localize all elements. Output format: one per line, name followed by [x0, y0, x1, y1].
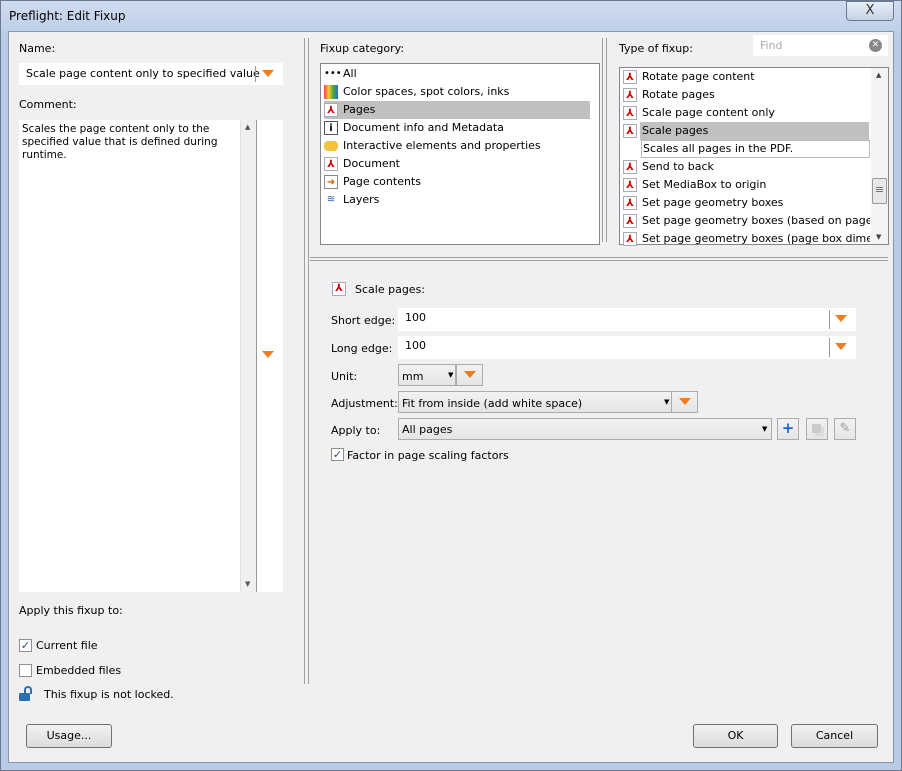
factor-label: Factor in page scaling factors — [347, 449, 509, 462]
category-label: Fixup category: — [320, 42, 405, 55]
category-item-pages[interactable]: ⅄ Pages — [324, 101, 590, 119]
type-item-description: Scales all pages in the PDF. — [641, 140, 870, 158]
arrow-icon: ➜ — [324, 175, 338, 189]
caret-icon: ▼ — [664, 398, 670, 406]
long-edge-label: Long edge: — [331, 342, 393, 355]
scroll-down-icon[interactable]: ▼ — [245, 580, 250, 588]
orange-dropdown-icon[interactable] — [835, 343, 847, 350]
current-file-label: Current file — [36, 639, 98, 652]
divider — [310, 257, 888, 261]
unit-options-button[interactable] — [456, 364, 483, 386]
type-item[interactable]: ⅄ Set MediaBox to origin — [623, 176, 889, 194]
short-edge-label: Short edge: — [331, 314, 396, 327]
orange-dropdown-icon — [679, 398, 691, 405]
orange-dropdown-icon — [464, 371, 476, 378]
layers-icon: ≋ — [326, 194, 336, 205]
comment-textarea[interactable]: Scales the page content only to the spec… — [19, 120, 283, 592]
pdf-icon: ⅄ — [623, 106, 637, 120]
dots-icon: ••• — [324, 68, 342, 79]
type-item-selected[interactable]: ⅄ Scale pages — [623, 122, 871, 140]
adjustment-label: Adjustment: — [331, 397, 398, 410]
type-scrollbar[interactable]: ▲ ≡ ▼ — [871, 68, 888, 244]
apply-to-label: Apply to: — [331, 424, 381, 437]
name-field[interactable]: Scale page content only to specified val… — [19, 63, 283, 85]
comment-scrollbar[interactable]: ▲ ▼ — [240, 120, 256, 592]
current-file-checkbox[interactable]: ✓ — [19, 639, 32, 652]
apply-to-select[interactable]: All pages ▼ — [398, 418, 772, 440]
pdf-icon: ⅄ — [324, 157, 338, 171]
add-button[interactable]: + — [777, 418, 799, 440]
type-label: Type of fixup: — [619, 42, 693, 55]
duplicate-button[interactable] — [806, 418, 828, 440]
orange-dropdown-icon[interactable] — [262, 351, 274, 358]
scroll-up-icon[interactable]: ▲ — [245, 123, 250, 131]
unit-label: Unit: — [331, 370, 358, 383]
category-item-all[interactable]: •••All — [324, 65, 590, 83]
pdf-icon: ⅄ — [623, 88, 637, 102]
caret-icon: ▼ — [448, 371, 454, 379]
scroll-up-icon[interactable]: ▲ — [876, 71, 881, 79]
category-item-document[interactable]: ⅄ Document — [324, 155, 590, 173]
pdf-icon: ⅄ — [623, 196, 637, 210]
divider — [602, 38, 607, 242]
type-item[interactable]: ⅄ Set page geometry boxes (page box dimen… — [623, 230, 870, 248]
type-item[interactable]: ⅄ Send to back — [623, 158, 889, 176]
caret-icon: ▼ — [762, 425, 768, 433]
window-title: Preflight: Edit Fixup — [9, 9, 126, 23]
scroll-thumb[interactable]: ≡ — [872, 178, 887, 204]
find-field[interactable]: Find ✕ — [753, 35, 888, 56]
close-button[interactable]: X — [846, 1, 894, 21]
factor-checkbox[interactable]: ✓ — [331, 448, 344, 461]
embedded-files-checkbox[interactable] — [19, 664, 32, 677]
usage-button[interactable]: Usage... — [26, 724, 112, 748]
comment-value: Scales the page content only to the spec… — [22, 123, 218, 161]
pdf-icon: ⅄ — [623, 70, 637, 84]
apply-fixup-label: Apply this fixup to: — [19, 604, 123, 617]
category-item-page-contents[interactable]: ➜ Page contents — [324, 173, 590, 191]
cancel-button[interactable]: Cancel — [791, 724, 878, 748]
unlocked-icon[interactable] — [19, 686, 33, 702]
orange-dropdown-icon[interactable] — [262, 70, 274, 77]
pdf-icon: ⅄ — [332, 282, 346, 296]
long-edge-input[interactable]: 100 — [398, 336, 856, 359]
pdf-icon: ⅄ — [623, 214, 637, 228]
adjustment-select[interactable]: Fit from inside (add white space) ▼ — [398, 391, 672, 413]
pdf-icon: ⅄ — [623, 160, 637, 174]
type-item[interactable]: ⅄ Scale page content only — [623, 104, 889, 122]
unit-select[interactable]: mm ▼ — [398, 364, 456, 386]
comment-label: Comment: — [19, 98, 77, 111]
type-item[interactable]: ⅄ Rotate page content — [623, 68, 889, 86]
info-icon: i — [324, 121, 338, 135]
pdf-icon: ⅄ — [623, 124, 637, 138]
short-edge-input[interactable]: 100 — [398, 308, 856, 331]
pdf-icon: ⅄ — [623, 232, 637, 246]
pdf-icon: ⅄ — [623, 178, 637, 192]
pdf-icon: ⅄ — [324, 103, 338, 117]
category-item-color-spaces[interactable]: Color spaces, spot colors, inks — [324, 83, 590, 101]
adjustment-options-button[interactable] — [671, 391, 698, 413]
category-item-layers[interactable]: ≋ Layers — [324, 191, 590, 209]
scroll-down-icon[interactable]: ▼ — [876, 233, 881, 241]
type-item[interactable]: ⅄ Set page geometry boxes — [623, 194, 889, 212]
clear-icon[interactable]: ✕ — [869, 39, 882, 52]
type-item[interactable]: ⅄ Set page geometry boxes (based on page … — [623, 212, 870, 230]
category-item-document-info[interactable]: i Document info and Metadata — [324, 119, 590, 137]
divider — [304, 38, 309, 684]
edit-pencil-button[interactable]: ✎ — [834, 418, 856, 440]
color-icon — [324, 85, 338, 99]
category-item-interactive[interactable]: Interactive elements and properties — [324, 137, 590, 155]
type-list: ⅄ Rotate page content ⅄ Rotate pages ⅄ Scal… — [619, 67, 889, 248]
embedded-files-label: Embedded files — [36, 664, 122, 677]
category-list: •••All Color spaces, spot colors, inks ⅄… — [320, 63, 600, 245]
lock-status: This fixup is not locked. — [44, 688, 174, 701]
details-heading: Scale pages: — [355, 283, 426, 296]
comment-icon — [324, 141, 338, 151]
find-placeholder: Find — [760, 39, 783, 52]
name-label: Name: — [19, 42, 56, 55]
name-value: Scale page content only to specified val… — [26, 67, 260, 80]
ok-button[interactable]: OK — [693, 724, 778, 748]
type-item[interactable]: ⅄ Rotate pages — [623, 86, 889, 104]
orange-dropdown-icon[interactable] — [835, 315, 847, 322]
